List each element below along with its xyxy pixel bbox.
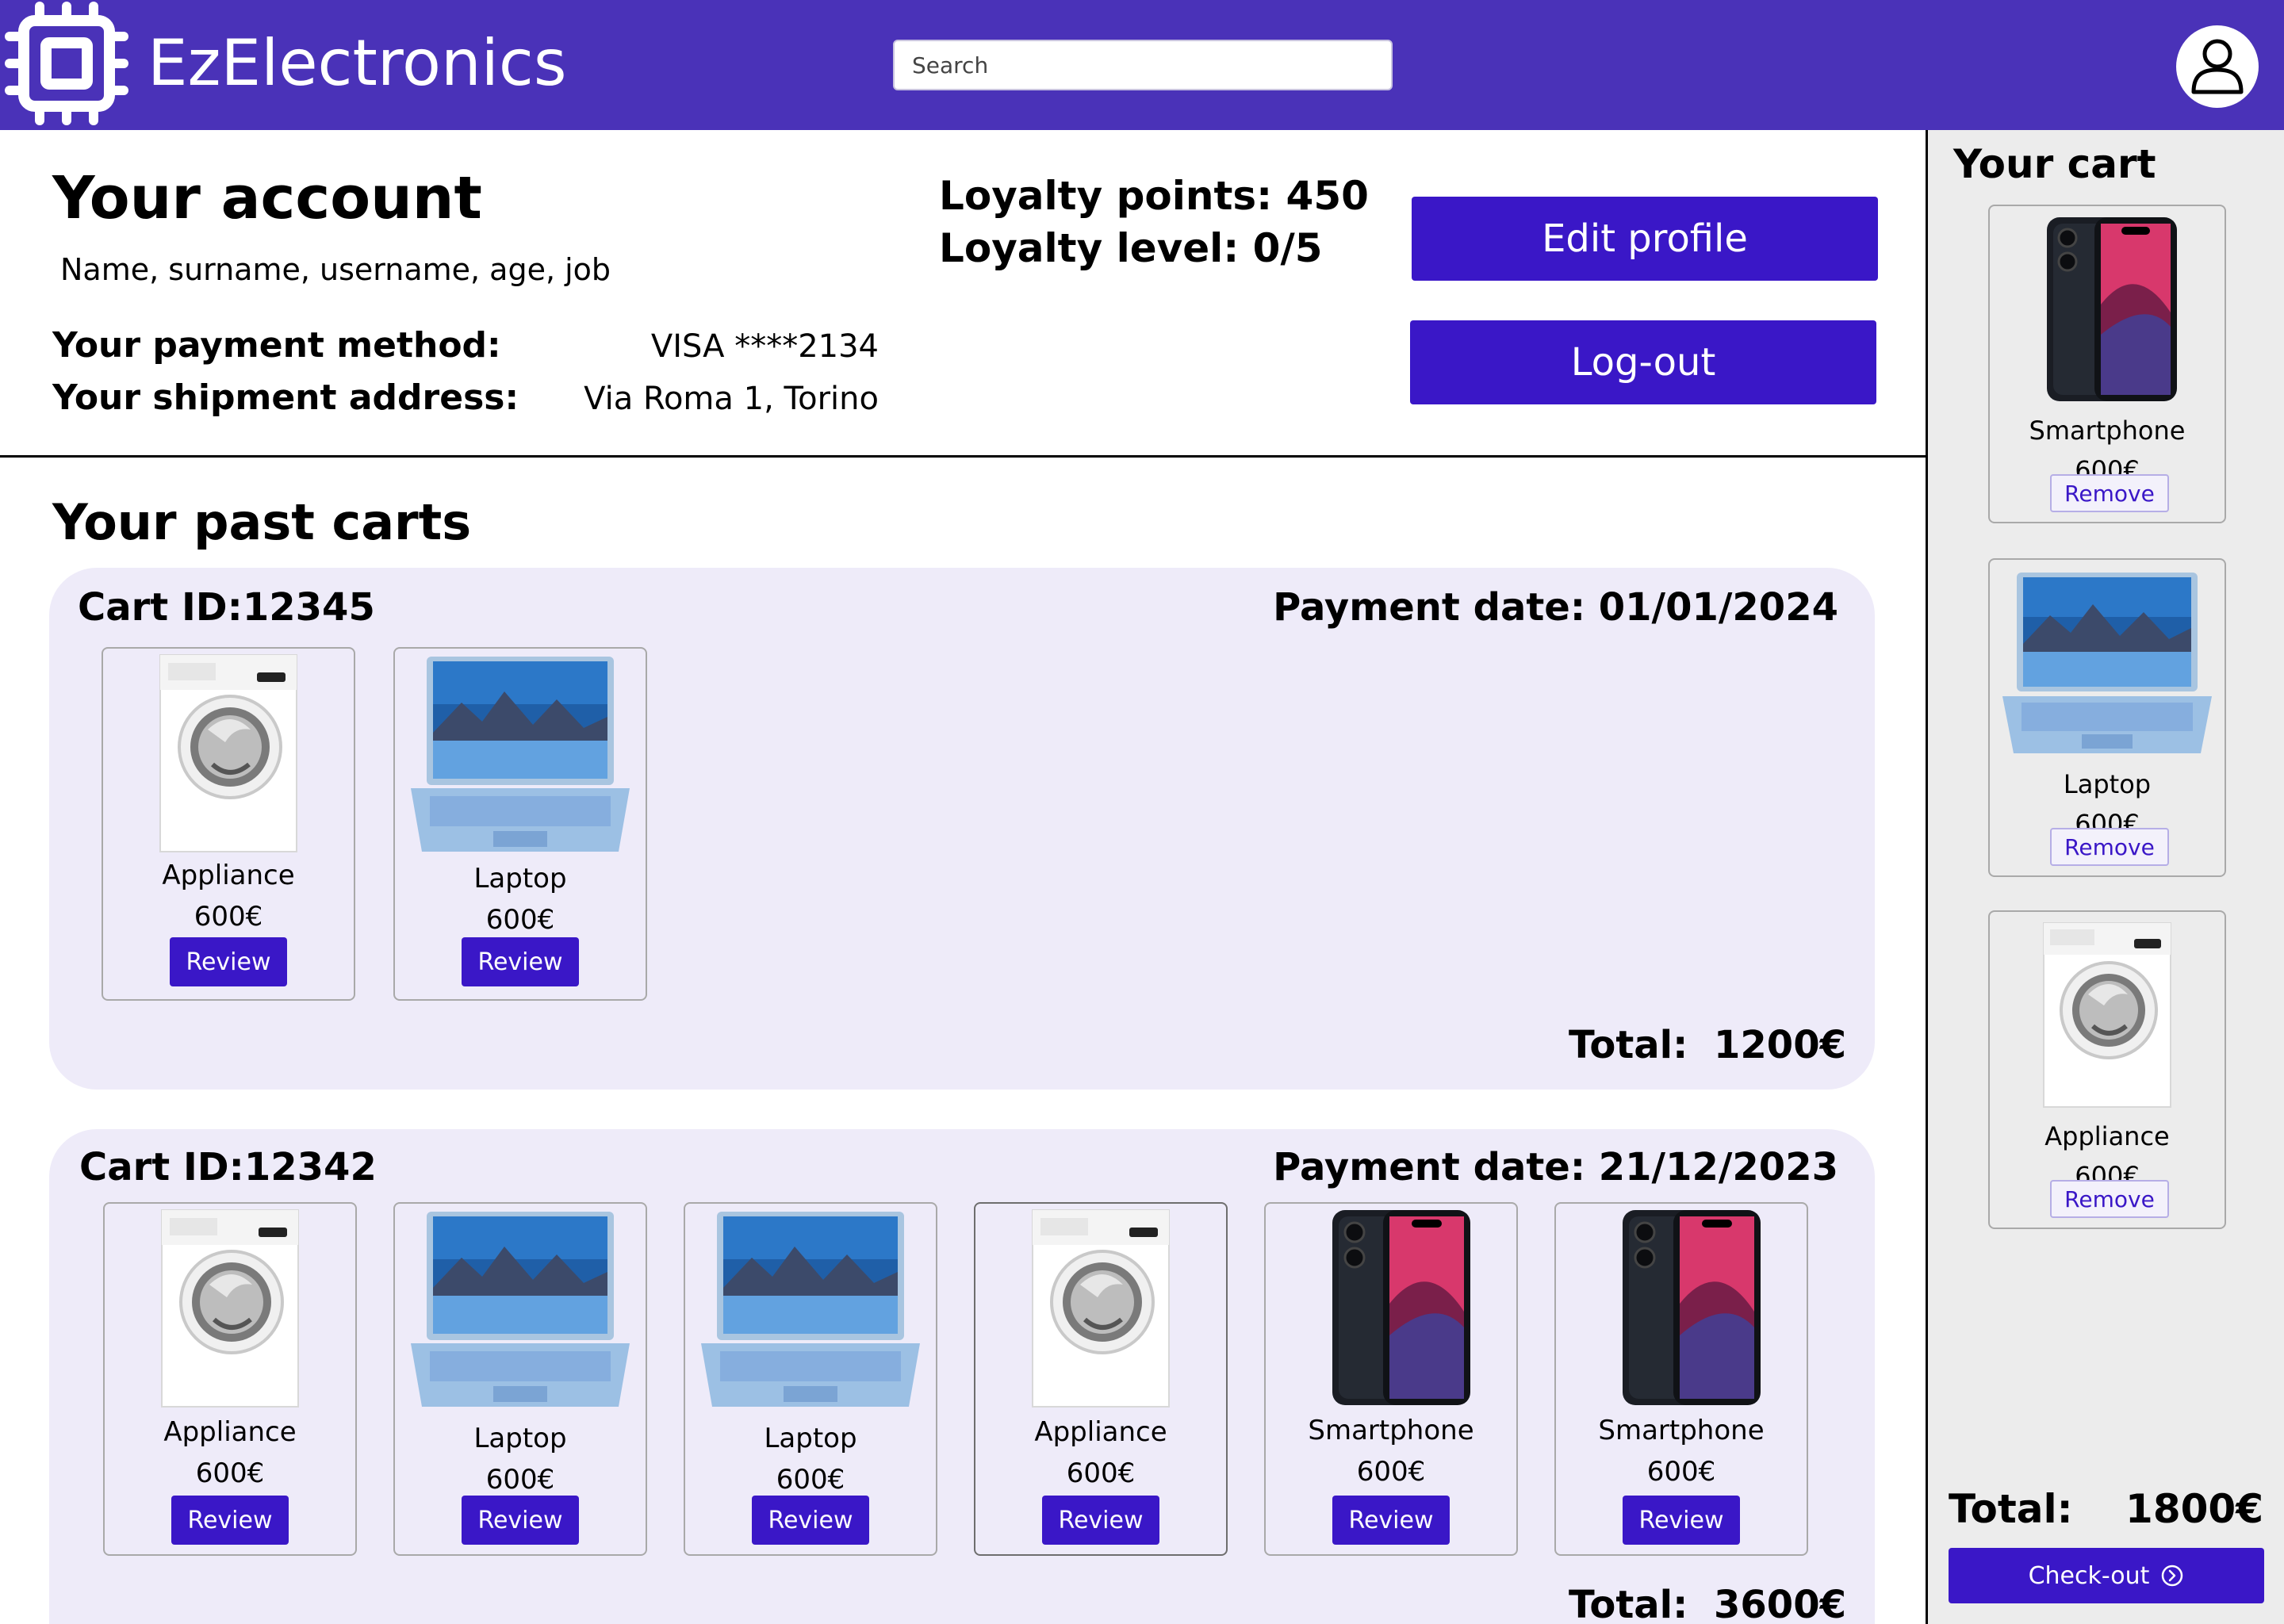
cart-title: Your cart xyxy=(1953,141,2156,187)
item-name: Smartphone xyxy=(1308,1415,1474,1446)
item-price: 600€ xyxy=(776,1464,845,1496)
search-input[interactable] xyxy=(893,40,1393,90)
cart-total-value: 1200€ xyxy=(1714,1023,1846,1067)
section-divider xyxy=(0,455,1926,458)
cart-id: Cart ID:12345 xyxy=(78,585,375,630)
past-cart-card: Cart ID:12342 Payment date: 21/12/2023 A… xyxy=(49,1129,1875,1624)
cart-sidebar-item[interactable]: Smartphone 600€ Remove xyxy=(1988,205,2226,523)
cart-item[interactable]: Smartphone 600€ Review xyxy=(1554,1202,1808,1556)
item-name: Laptop xyxy=(764,1423,857,1454)
review-button[interactable]: Review xyxy=(462,1496,579,1545)
cart-item[interactable]: Appliance 600€ Review xyxy=(974,1202,1228,1556)
item-name: Smartphone xyxy=(2029,416,2186,446)
cart-item[interactable]: Smartphone 600€ Review xyxy=(1264,1202,1518,1556)
cart-item[interactable]: Laptop 600€ Review xyxy=(684,1202,937,1556)
review-button[interactable]: Review xyxy=(462,937,579,986)
loyalty-level: Loyalty level: 0/5 xyxy=(939,225,1323,271)
washing-machine-image xyxy=(2043,922,2171,1108)
cart-total-value: 1800€ xyxy=(2125,1486,2263,1532)
review-button[interactable]: Review xyxy=(1042,1496,1159,1545)
logout-button[interactable]: Log-out xyxy=(1410,320,1876,404)
past-cart-card: Cart ID:12345 Payment date: 01/01/2024 A… xyxy=(49,568,1875,1090)
laptop-image xyxy=(411,1212,630,1407)
cart-total-label: Total: xyxy=(1949,1486,2073,1532)
cart-sidebar: Your cart Smartphone 600€ Remove Laptop … xyxy=(1926,130,2284,1624)
cart-item[interactable]: Laptop 600€ Review xyxy=(393,647,647,1001)
washing-machine-image xyxy=(1032,1209,1170,1408)
cart-total-label: Total: xyxy=(1569,1023,1688,1067)
item-name: Smartphone xyxy=(1598,1415,1765,1446)
account-title: Your account xyxy=(52,164,482,232)
item-name: Appliance xyxy=(163,1416,297,1448)
item-price: 600€ xyxy=(1356,1456,1426,1488)
cart-sidebar-item[interactable]: Appliance 600€ Remove xyxy=(1988,910,2226,1229)
review-button[interactable]: Review xyxy=(170,937,287,986)
review-button[interactable]: Review xyxy=(752,1496,869,1545)
checkout-label: Check-out xyxy=(2028,1561,2150,1590)
item-name: Appliance xyxy=(2044,1121,2170,1151)
remove-button[interactable]: Remove xyxy=(2050,474,2169,512)
review-button[interactable]: Review xyxy=(171,1496,289,1545)
edit-profile-button[interactable]: Edit profile xyxy=(1412,197,1878,281)
item-name: Appliance xyxy=(1034,1416,1167,1448)
cart-sidebar-item[interactable]: Laptop 600€ Remove xyxy=(1988,558,2226,877)
item-price: 600€ xyxy=(485,1464,555,1496)
account-details: Name, surname, username, age, job xyxy=(60,252,611,287)
washing-machine-image xyxy=(161,1209,299,1408)
cart-id: Cart ID:12342 xyxy=(79,1145,377,1189)
cart-item[interactable]: Appliance 600€ Review xyxy=(103,1202,357,1556)
loyalty-points: Loyalty points: 450 xyxy=(939,173,1369,219)
cart-total-label: Total: xyxy=(1569,1583,1688,1624)
cart-payment-date: Payment date: 01/01/2024 xyxy=(1273,585,1838,630)
item-name: Laptop xyxy=(2063,769,2152,799)
checkout-button[interactable]: Check-out xyxy=(1949,1548,2264,1603)
user-avatar[interactable] xyxy=(2176,25,2259,108)
cart-total-value: 3600€ xyxy=(1714,1583,1846,1624)
shipment-address-value: Via Roma 1, Torino xyxy=(584,381,879,417)
arrow-circle-right-icon xyxy=(2162,1565,2183,1587)
user-icon xyxy=(2191,39,2244,94)
smartphone-image xyxy=(1332,1210,1470,1405)
item-name: Laptop xyxy=(473,863,567,894)
chip-icon[interactable] xyxy=(5,2,128,125)
cart-item[interactable]: Appliance 600€ Review xyxy=(102,647,355,1001)
top-bar: EzElectronics xyxy=(0,0,2284,130)
laptop-image xyxy=(411,657,630,852)
item-name: Laptop xyxy=(473,1423,567,1454)
past-carts-title: Your past carts xyxy=(52,493,472,551)
item-name: Appliance xyxy=(162,860,295,891)
item-price: 600€ xyxy=(194,901,263,933)
cart-payment-date: Payment date: 21/12/2023 xyxy=(1273,1145,1838,1189)
review-button[interactable]: Review xyxy=(1332,1496,1450,1545)
remove-button[interactable]: Remove xyxy=(2050,828,2169,866)
cart-item[interactable]: Laptop 600€ Review xyxy=(393,1202,647,1556)
item-price: 600€ xyxy=(485,904,555,936)
payment-method-value: VISA ****2134 xyxy=(650,328,879,365)
laptop-image xyxy=(701,1212,920,1407)
item-price: 600€ xyxy=(1066,1457,1136,1489)
smartphone-image xyxy=(2047,217,2177,401)
review-button[interactable]: Review xyxy=(1623,1496,1740,1545)
washing-machine-image xyxy=(159,654,297,852)
smartphone-image xyxy=(1623,1210,1761,1405)
item-price: 600€ xyxy=(1646,1456,1716,1488)
laptop-image xyxy=(2002,573,2212,753)
brand-name[interactable]: EzElectronics xyxy=(148,24,567,103)
shipment-address-label: Your shipment address: xyxy=(52,377,519,418)
remove-button[interactable]: Remove xyxy=(2050,1180,2169,1218)
payment-method-label: Your payment method: xyxy=(52,325,501,366)
item-price: 600€ xyxy=(195,1457,265,1489)
